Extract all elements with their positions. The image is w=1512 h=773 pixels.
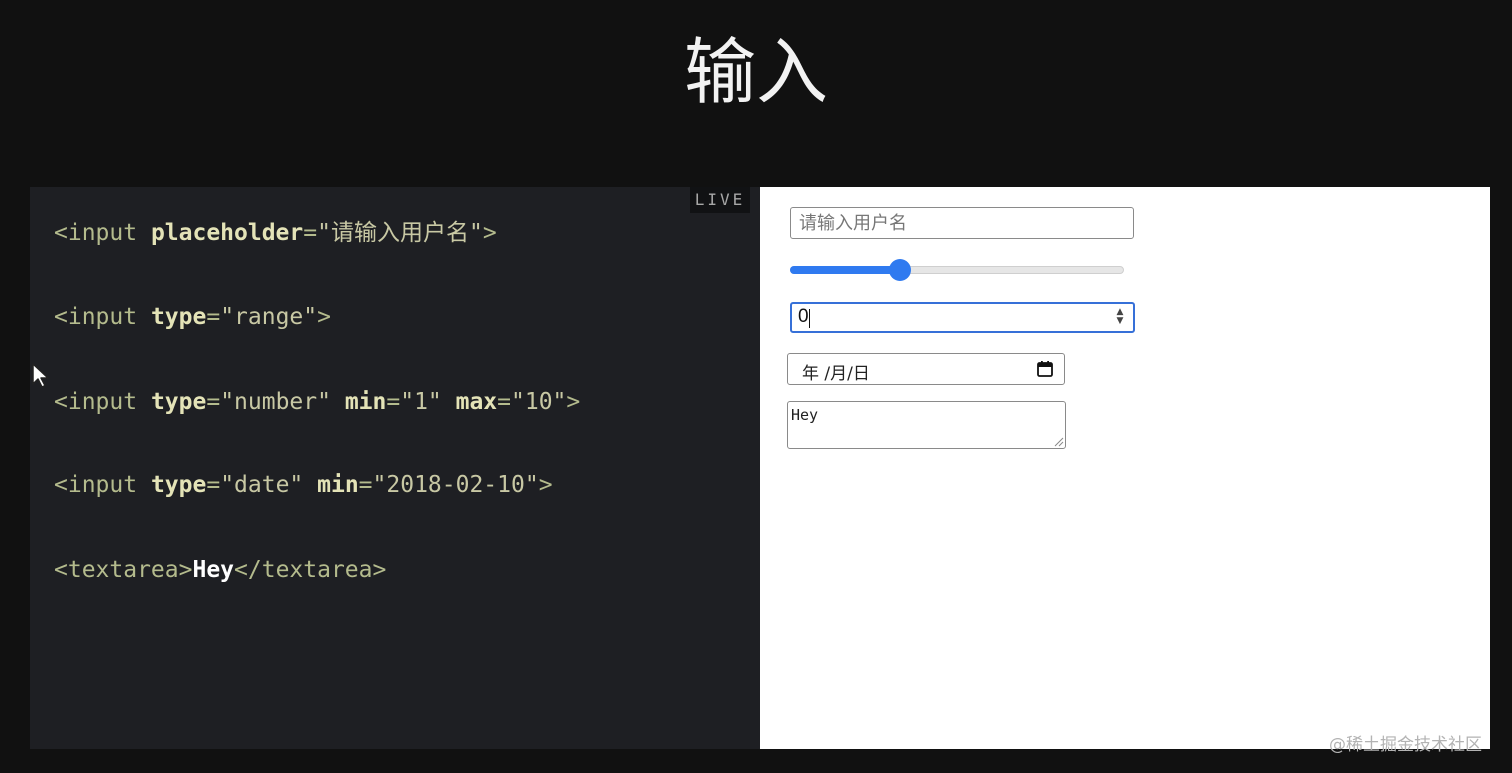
code-line-4: <input type="date" min="2018-02-10">	[54, 469, 553, 501]
mouse-cursor-icon	[32, 363, 49, 388]
code-token: >	[538, 472, 553, 498]
code-token: >	[317, 304, 331, 330]
code-token: =	[206, 472, 221, 498]
code-token: >	[482, 220, 497, 246]
code-token: type	[150, 304, 207, 330]
number-input-value: 0	[798, 306, 809, 327]
username-input[interactable]	[790, 207, 1134, 239]
slide-title: 输入	[683, 30, 828, 114]
code-token: <input	[54, 389, 151, 415]
code-token: min	[344, 389, 387, 415]
code-token: <input	[54, 220, 151, 246]
calendar-icon[interactable]	[1036, 360, 1054, 378]
number-spinner[interactable]: ▲ ▼	[1115, 308, 1125, 328]
code-token: max	[455, 389, 498, 415]
code-token: <input	[54, 472, 151, 498]
live-badge: LIVE	[690, 187, 750, 213]
code-token: "number"	[220, 389, 345, 415]
code-line-5: <textarea>Hey</textarea>	[54, 554, 386, 586]
code-token: >	[566, 389, 581, 415]
code-token: "2018-02-10"	[372, 472, 539, 498]
code-line-1: <input placeholder="请输入用户名">	[54, 217, 497, 249]
code-token: =	[358, 472, 373, 498]
code-token: "date"	[220, 472, 318, 498]
code-token: type	[150, 389, 207, 415]
text-caret	[809, 309, 810, 328]
code-token: "请输入用户名"	[317, 220, 483, 246]
resize-grip-icon[interactable]	[1053, 436, 1064, 447]
watermark: @稀土掘金技术社区	[1329, 735, 1482, 755]
code-token: "1"	[400, 389, 456, 415]
range-slider[interactable]	[790, 258, 1126, 282]
code-token: <input	[54, 304, 151, 330]
code-token: <textarea>	[54, 557, 193, 583]
code-token: =	[303, 220, 318, 246]
code-token: =	[206, 389, 221, 415]
date-input[interactable]: 年 /月/日	[787, 353, 1065, 385]
range-slider-thumb[interactable]	[889, 259, 912, 281]
code-token: =	[386, 389, 401, 415]
slide: 输入 LIVE <input placeholder="请输入用户名"> <in…	[0, 0, 1512, 773]
code-panel	[30, 187, 760, 749]
code-token: </textarea>	[234, 557, 387, 583]
number-input[interactable]: 0 ▲ ▼	[790, 302, 1135, 333]
code-line-2: <input type="range">	[54, 301, 331, 333]
range-slider-fill	[790, 266, 901, 274]
code-token: type	[150, 472, 207, 498]
textarea-value: Hey	[791, 406, 819, 424]
date-input-placeholder: 年 /月/日	[802, 364, 870, 384]
code-token: =	[206, 304, 221, 330]
code-line-3: <input type="number" min="1" max="10">	[54, 386, 580, 418]
code-token: "10"	[511, 389, 567, 415]
code-token: "range"	[220, 304, 318, 330]
code-token: Hey	[192, 557, 235, 583]
code-token: =	[497, 389, 512, 415]
code-token: min	[317, 472, 359, 498]
spinner-down-icon[interactable]: ▼	[1115, 317, 1125, 326]
code-token: placeholder	[150, 220, 304, 246]
textarea[interactable]: Hey	[787, 401, 1066, 449]
